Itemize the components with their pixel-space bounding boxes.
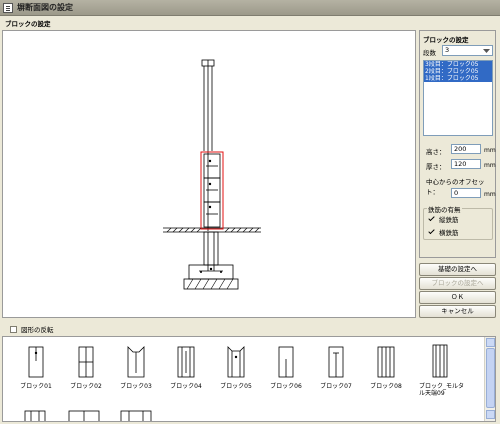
thumbnail-label: ブロック06 xyxy=(270,383,302,390)
thumbnail-block08[interactable]: ブロック08 xyxy=(361,343,411,390)
title-bar: 塀断面図の設定 xyxy=(0,0,500,16)
window-title: 塀断面図の設定 xyxy=(17,3,73,12)
thumbnail-label: ブロック04 xyxy=(170,383,202,390)
checkmark-icon xyxy=(428,228,436,236)
thumbnail-label: ブロック05 xyxy=(220,383,252,390)
checkmark-icon xyxy=(428,215,436,223)
drawing-canvas[interactable] xyxy=(2,30,416,318)
thumbnail-block07[interactable]: ブロック07 xyxy=(311,343,361,390)
block-icon xyxy=(377,346,395,378)
thumbnail-partial[interactable] xyxy=(117,409,167,421)
scrollbar-thumb[interactable] xyxy=(486,348,495,408)
block-settings-button[interactable]: ブロックの設定へ xyxy=(419,277,496,290)
thumbnail-block01[interactable]: ブロック01 xyxy=(11,343,61,390)
thickness-label: 厚さ： xyxy=(426,163,446,171)
cancel-button[interactable]: キャンセル xyxy=(419,305,496,318)
flip-shape-row[interactable]: 図形の反転 xyxy=(2,323,496,335)
flip-label: 図形の反転 xyxy=(21,326,54,334)
tiers-value: 3 xyxy=(445,46,450,54)
block-icon xyxy=(78,346,94,378)
flip-checkbox[interactable] xyxy=(10,325,17,333)
block-icon xyxy=(120,410,152,421)
wall-section-drawing xyxy=(163,59,261,290)
block-icon xyxy=(328,346,344,378)
offset-unit: mm xyxy=(484,191,496,198)
block-list[interactable]: 3段目：ブロック05 2段目：ブロック05 1段目：ブロック05 xyxy=(423,60,493,136)
block-icon xyxy=(127,346,145,378)
thumbnail-block05[interactable]: ブロック05 xyxy=(211,343,261,390)
block-icon xyxy=(432,344,448,378)
scroll-down-button[interactable] xyxy=(486,410,495,419)
block-icon xyxy=(28,346,44,378)
section-title: ブロックの設定 xyxy=(5,20,51,28)
settings-sidebar: ブロックの設定 段数 3 3段目：ブロック05 2段目：ブロック05 1段目：ブ… xyxy=(419,30,496,321)
block-icon xyxy=(68,410,100,421)
thumbnail-label: ブロック_モルタル天端09 xyxy=(419,383,465,397)
panel-title: ブロックの設定 xyxy=(423,36,469,44)
thickness-unit: mm xyxy=(484,162,496,169)
thumbnail-partial[interactable] xyxy=(21,409,71,421)
ok-button[interactable]: ＯＫ xyxy=(419,291,496,304)
tiers-select[interactable]: 3 xyxy=(442,45,493,56)
tiers-label: 段数 xyxy=(423,49,436,57)
height-input[interactable]: 200 xyxy=(451,144,481,154)
thumbnail-block09[interactable]: ブロック_モルタル天端09 xyxy=(411,343,469,397)
horizontal-rebar-checkbox[interactable]: 横鉄筋 xyxy=(428,227,459,237)
thumbnail-block06[interactable]: ブロック06 xyxy=(261,343,311,390)
scroll-up-button[interactable] xyxy=(486,338,495,347)
thumbnail-label: ブロック01 xyxy=(20,383,52,390)
height-label: 高さ： xyxy=(426,148,446,156)
thumbnail-label: ブロック08 xyxy=(370,383,402,390)
block-settings-panel: ブロックの設定 段数 3 3段目：ブロック05 2段目：ブロック05 1段目：ブ… xyxy=(419,30,496,258)
block-icon xyxy=(278,346,294,378)
rebar-group-label: 鉄筋の有無 xyxy=(427,204,462,214)
block-icon xyxy=(24,410,46,421)
thumbnail-label: ブロック02 xyxy=(70,383,102,390)
vertical-rebar-label: 縦鉄筋 xyxy=(439,216,459,224)
thumbnail-block02[interactable]: ブロック02 xyxy=(61,343,111,390)
foundation-settings-button[interactable]: 基礎の設定へ xyxy=(419,263,496,276)
rebar-group: 鉄筋の有無 縦鉄筋 横鉄筋 xyxy=(423,204,493,240)
block-icon xyxy=(227,346,245,378)
thumbnail-block04[interactable]: ブロック04 xyxy=(161,343,211,390)
thumbnail-partial[interactable] xyxy=(65,409,115,421)
list-item[interactable]: 2段目：ブロック05 xyxy=(424,68,492,75)
offset-input[interactable]: 0 xyxy=(451,188,481,198)
window-icon xyxy=(3,2,13,13)
height-unit: mm xyxy=(484,147,496,154)
chevron-down-icon xyxy=(483,49,490,53)
list-item[interactable]: 1段目：ブロック05 xyxy=(424,75,492,82)
block-thumbnail-gallery: ブロック01 ブロック02 ブロック03 ブロック04 ブロック05 ブロック0… xyxy=(2,336,496,422)
thumbnail-label: ブロック07 xyxy=(320,383,352,390)
thumbnail-label: ブロック03 xyxy=(120,383,152,390)
list-item[interactable]: 3段目：ブロック05 xyxy=(424,61,492,68)
vertical-scrollbar[interactable] xyxy=(484,337,495,421)
vertical-rebar-checkbox[interactable]: 縦鉄筋 xyxy=(428,214,459,224)
block-icon xyxy=(177,346,195,378)
thumbnail-block03[interactable]: ブロック03 xyxy=(111,343,161,390)
thickness-input[interactable]: 120 xyxy=(451,159,481,169)
horizontal-rebar-label: 横鉄筋 xyxy=(439,229,459,237)
